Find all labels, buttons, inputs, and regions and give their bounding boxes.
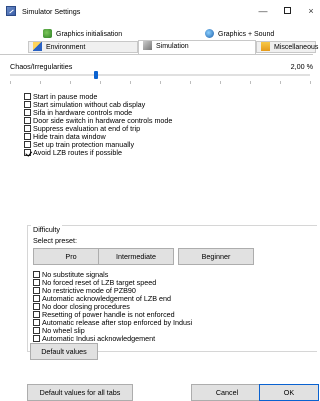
tab-label: Environment [46, 44, 86, 51]
checkbox[interactable] [33, 327, 40, 334]
slider-tick [160, 81, 161, 84]
tab-label: Graphics initialisation [56, 31, 123, 38]
tab-miscellaneous[interactable]: Miscellaneous [256, 41, 319, 53]
ok-button[interactable]: OK [259, 384, 319, 401]
slider-tick [100, 81, 101, 84]
slider-tick [190, 81, 191, 84]
tab-label: Graphics + Sound [218, 31, 275, 38]
checkbox[interactable] [24, 117, 31, 124]
checkbox[interactable] [33, 295, 40, 302]
preset-label: Select preset: [33, 236, 77, 245]
slider-tick [220, 81, 221, 84]
minimize-button[interactable]: — [256, 4, 270, 18]
slider-label: Chaos/Irregularities [10, 62, 73, 71]
slider-tick [70, 81, 71, 84]
checkbox[interactable] [33, 335, 40, 342]
checkbox-item[interactable]: Automatic Indusi acknowledgement [33, 335, 192, 343]
slider-tick [250, 81, 251, 84]
tab-label: Miscellaneous [274, 44, 319, 51]
slider-ticks [10, 81, 311, 84]
tab-simulation[interactable]: Simulation [138, 40, 256, 54]
tab-graphics-sound[interactable]: Graphics + Sound [200, 28, 313, 40]
slider-tick [10, 81, 11, 84]
default-values-button[interactable]: Default values [30, 343, 98, 360]
default-values-all-tabs-button[interactable]: Default values for all tabs [27, 384, 133, 401]
preset-intermediate-button[interactable]: Intermediate [98, 248, 174, 265]
checkbox[interactable] [33, 319, 40, 326]
slider-tick [130, 81, 131, 84]
checkbox[interactable] [33, 287, 40, 294]
checkbox[interactable] [33, 279, 40, 286]
checkbox[interactable] [24, 125, 31, 132]
checkbox[interactable] [24, 109, 31, 116]
slider-value: 2,00 % [290, 62, 313, 71]
title-bar: Simulator Settings — × [0, 0, 314, 22]
maximize-icon [283, 7, 291, 14]
folder-icon [261, 42, 270, 51]
checkbox[interactable] [33, 303, 40, 310]
cancel-button[interactable]: Cancel [191, 384, 263, 401]
globe-icon [205, 29, 214, 38]
tab-graphics-initialisation[interactable]: Graphics initialisation [38, 28, 172, 40]
preset-beginner-button[interactable]: Beginner [178, 248, 254, 265]
checkbox[interactable] [24, 101, 31, 108]
slider-track[interactable] [10, 74, 310, 76]
slider-tick [280, 81, 281, 84]
checkbox-label: Avoid LZB routes if possible [33, 148, 122, 157]
checkbox-item[interactable]: Avoid LZB routes if possible [24, 149, 172, 157]
checkbox[interactable] [24, 133, 31, 140]
window-title: Simulator Settings [22, 7, 81, 16]
tab-label: Simulation [156, 43, 189, 50]
display-adapter-icon [43, 29, 52, 38]
difficulty-options: No substitute signals No forced reset of … [33, 271, 192, 343]
checkbox[interactable] [33, 311, 40, 318]
app-icon [6, 6, 16, 16]
maximize-button[interactable] [280, 4, 294, 18]
close-button[interactable]: × [304, 4, 318, 18]
simulation-icon [143, 41, 152, 50]
slider-thumb[interactable] [94, 71, 98, 79]
environment-icon [33, 42, 42, 51]
slider-tick [40, 81, 41, 84]
tab-strip: Graphics initialisation Graphics + Sound… [0, 28, 319, 54]
checkbox-checked[interactable] [24, 149, 31, 156]
checkbox[interactable] [33, 271, 40, 278]
simulation-options: Start in pause mode Start simulation with… [24, 93, 172, 157]
checkbox-label: Automatic Indusi acknowledgement [42, 334, 156, 343]
checkbox[interactable] [24, 141, 31, 148]
slider-tick [310, 81, 311, 84]
chaos-slider-row: Chaos/Irregularities 2,00 % [10, 62, 313, 84]
tab-environment[interactable]: Environment [28, 41, 138, 53]
difficulty-title: Difficulty [31, 225, 63, 234]
checkbox[interactable] [24, 93, 31, 100]
